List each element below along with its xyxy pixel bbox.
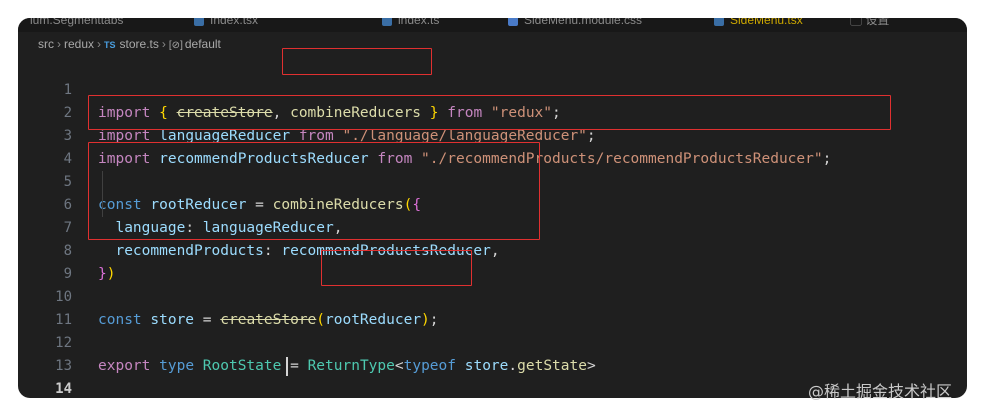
code-line-current: 14 export default store; (18, 355, 967, 397)
tab-sidemenu-tsx[interactable]: SideMenu.tsx (714, 18, 803, 30)
chevron-right-icon: › (57, 37, 61, 51)
tab-bar: ium.Segmenttabs Index.tsx index.ts SideM… (18, 18, 967, 32)
indent-guide (102, 171, 103, 217)
code-line: 6 language: languageReducer, (18, 171, 967, 236)
settings-icon: ▢ (850, 18, 866, 27)
watermark: @稀土掘金技术社区 (808, 382, 953, 401)
code-line: 2 import languageReducer from "./languag… (18, 79, 967, 144)
variable-symbol-icon: [⊘] (168, 40, 183, 51)
chevron-right-icon: › (161, 37, 166, 51)
code-line: 8 }) (18, 217, 967, 282)
code-line: 7 recommendProducts: recommendProductsRe… (18, 194, 967, 259)
code-line: 12 export type RootState = ReturnType<ty… (18, 309, 967, 374)
breadcrumb: src › redux › TS store.ts › [⊘] default (38, 36, 221, 52)
code-line: 4 (18, 125, 967, 167)
react-file-icon (194, 18, 204, 26)
breadcrumb-file[interactable]: store.ts (120, 37, 159, 51)
code-line: 13 (18, 332, 967, 374)
tab-index-ts[interactable]: index.ts (382, 18, 439, 30)
react-file-icon (714, 18, 724, 26)
tab-segmenttabs[interactable]: ium.Segmenttabs (30, 18, 123, 30)
breadcrumb-src[interactable]: src (38, 37, 54, 51)
code-line: 11 (18, 286, 967, 328)
breadcrumb-redux[interactable]: redux (64, 37, 94, 51)
editor-window: ium.Segmenttabs Index.tsx index.ts SideM… (18, 18, 967, 398)
tab-settings[interactable]: ▢ 设置 (850, 18, 889, 30)
chevron-right-icon: › (97, 37, 102, 51)
code-line: 10 const store = createStore(rootReducer… (18, 263, 967, 328)
code-line: 5 const rootReducer = combineReducers({ (18, 148, 967, 213)
line-number: 14 (55, 381, 72, 397)
ts-file-icon (382, 18, 392, 26)
code-line: 3 import recommendProductsReducer from "… (18, 102, 967, 167)
breadcrumb-symbol[interactable]: default (185, 37, 221, 51)
code-line: 9 (18, 240, 967, 282)
tab-index-tsx[interactable]: Index.tsx (194, 18, 258, 30)
typescript-file-icon: TS (104, 40, 116, 50)
code-line: 1 import { createStore, combineReducers … (18, 56, 967, 121)
css-file-icon (508, 18, 518, 26)
text-cursor (286, 357, 288, 376)
tab-sidemenu-css[interactable]: SideMenu.module.css (508, 18, 642, 30)
